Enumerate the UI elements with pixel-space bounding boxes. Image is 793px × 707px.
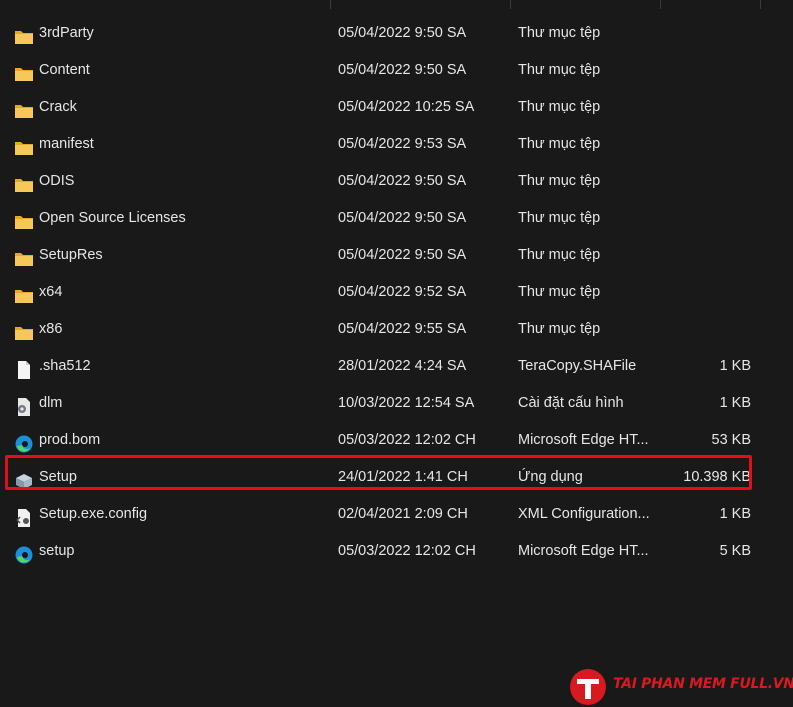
file-name: Content: [39, 62, 90, 78]
column-divider[interactable]: [760, 0, 761, 9]
file-row[interactable]: Crack 05/04/2022 10:25 SA Thư mục tệp: [0, 89, 793, 126]
file-name: manifest: [39, 136, 94, 152]
file-size: 1 KB: [719, 395, 751, 411]
file-row[interactable]: x86 05/04/2022 9:55 SA Thư mục tệp: [0, 311, 793, 348]
file-date: 05/04/2022 9:50 SA: [338, 173, 467, 189]
config-file-icon: [14, 394, 34, 416]
file-name: 3rdParty: [39, 25, 94, 41]
file-date: 02/04/2021 2:09 CH: [338, 506, 468, 522]
column-divider[interactable]: [660, 0, 661, 9]
file-row[interactable]: .sha512 28/01/2022 4:24 SA TeraCopy.SHAFil…: [0, 348, 793, 385]
file-row[interactable]: manifest 05/04/2022 9:53 SA Thư mục tệp: [0, 126, 793, 163]
column-divider[interactable]: [510, 0, 511, 9]
file-type: Thư mục tệp: [518, 210, 601, 226]
folder-icon: [14, 135, 34, 155]
folder-icon: [14, 283, 34, 303]
file-type: XML Configuration...: [518, 506, 650, 522]
file-type: Cài đặt cấu hình: [518, 395, 624, 411]
folder-icon: [14, 320, 34, 340]
file-type: Microsoft Edge HT...: [518, 432, 649, 448]
file-type: Thư mục tệp: [518, 99, 601, 115]
file-date: 05/04/2022 9:50 SA: [338, 247, 467, 263]
folder-icon: [14, 61, 34, 81]
file-name: Open Source Licenses: [39, 210, 186, 226]
file-name: .sha512: [39, 358, 91, 374]
xml-config-icon: [14, 505, 34, 527]
file-date: 05/04/2022 9:52 SA: [338, 284, 467, 300]
folder-icon: [14, 246, 34, 266]
file-type: Microsoft Edge HT...: [518, 543, 649, 559]
file-date: 28/01/2022 4:24 SA: [338, 358, 467, 374]
file-row[interactable]: prod.bom 05/03/2022 12:02 CH Microsoft Edg…: [0, 422, 793, 459]
watermark-text: TAI PHAN MEM FULL.VN: [613, 676, 793, 692]
folder-icon: [14, 24, 34, 44]
file-name: prod.bom: [39, 432, 101, 448]
folder-icon: [14, 209, 34, 229]
file-name: x64: [39, 284, 63, 300]
column-divider[interactable]: [330, 0, 331, 9]
file-name: setup: [39, 543, 75, 559]
file-size: 1 KB: [719, 358, 751, 374]
file-row[interactable]: dlm 10/03/2022 12:54 SA Cài đặt cấu hình 1 …: [0, 385, 793, 422]
file-type: TeraCopy.SHAFile: [518, 358, 637, 374]
file-row[interactable]: Open Source Licenses 05/04/2022 9:50 SA Th…: [0, 200, 793, 237]
file-type: Thư mục tệp: [518, 136, 601, 152]
file-row[interactable]: x64 05/04/2022 9:52 SA Thư mục tệp: [0, 274, 793, 311]
file-name: SetupRes: [39, 247, 103, 263]
file-date: 05/04/2022 9:50 SA: [338, 25, 467, 41]
file-type: Thư mục tệp: [518, 62, 601, 78]
folder-icon: [14, 98, 34, 118]
file-date: 05/04/2022 9:53 SA: [338, 136, 467, 152]
file-name: Setup.exe.config: [39, 506, 148, 522]
file-type: Thư mục tệp: [518, 25, 601, 41]
file-type: Thư mục tệp: [518, 284, 601, 300]
watermark: TAI PHAN MEM FULL.VN: [568, 665, 793, 707]
file-size: 53 KB: [711, 432, 752, 448]
file-date: 10/03/2022 12:54 SA: [338, 395, 475, 411]
file-icon: [14, 357, 34, 379]
file-date: 05/03/2022 12:02 CH: [338, 543, 476, 559]
file-row[interactable]: Content 05/04/2022 9:50 SA Thư mục tệp: [0, 52, 793, 89]
file-row[interactable]: ODIS 05/04/2022 9:50 SA Thư mục tệp: [0, 163, 793, 200]
file-size: 1 KB: [719, 506, 751, 522]
file-date: 05/04/2022 9:55 SA: [338, 321, 467, 337]
file-date: 05/04/2022 10:25 SA: [338, 99, 475, 115]
watermark-logo-icon: [570, 669, 606, 705]
column-header-strip: [0, 0, 793, 12]
file-size: 5 KB: [719, 543, 751, 559]
edge-icon: [14, 542, 34, 564]
file-type: Thư mục tệp: [518, 173, 601, 189]
file-name: dlm: [39, 395, 63, 411]
file-type: Thư mục tệp: [518, 321, 601, 337]
file-name: ODIS: [39, 173, 75, 189]
file-name: Crack: [39, 99, 77, 115]
highlight-box: [5, 455, 752, 490]
file-date: 05/04/2022 9:50 SA: [338, 62, 467, 78]
file-row[interactable]: Setup.exe.config 02/04/2021 2:09 CH XML Co…: [0, 496, 793, 533]
file-date: 05/04/2022 9:50 SA: [338, 210, 467, 226]
file-row[interactable]: 3rdParty 05/04/2022 9:50 SA Thư mục tệp: [0, 15, 793, 52]
folder-icon: [14, 172, 34, 192]
edge-icon: [14, 431, 34, 453]
file-row[interactable]: setup 05/03/2022 12:02 CH Microsoft Edge H…: [0, 533, 793, 570]
file-name: x86: [39, 321, 63, 337]
file-date: 05/03/2022 12:02 CH: [338, 432, 476, 448]
file-type: Thư mục tệp: [518, 247, 601, 263]
file-row[interactable]: SetupRes 05/04/2022 9:50 SA Thư mục tệp: [0, 237, 793, 274]
